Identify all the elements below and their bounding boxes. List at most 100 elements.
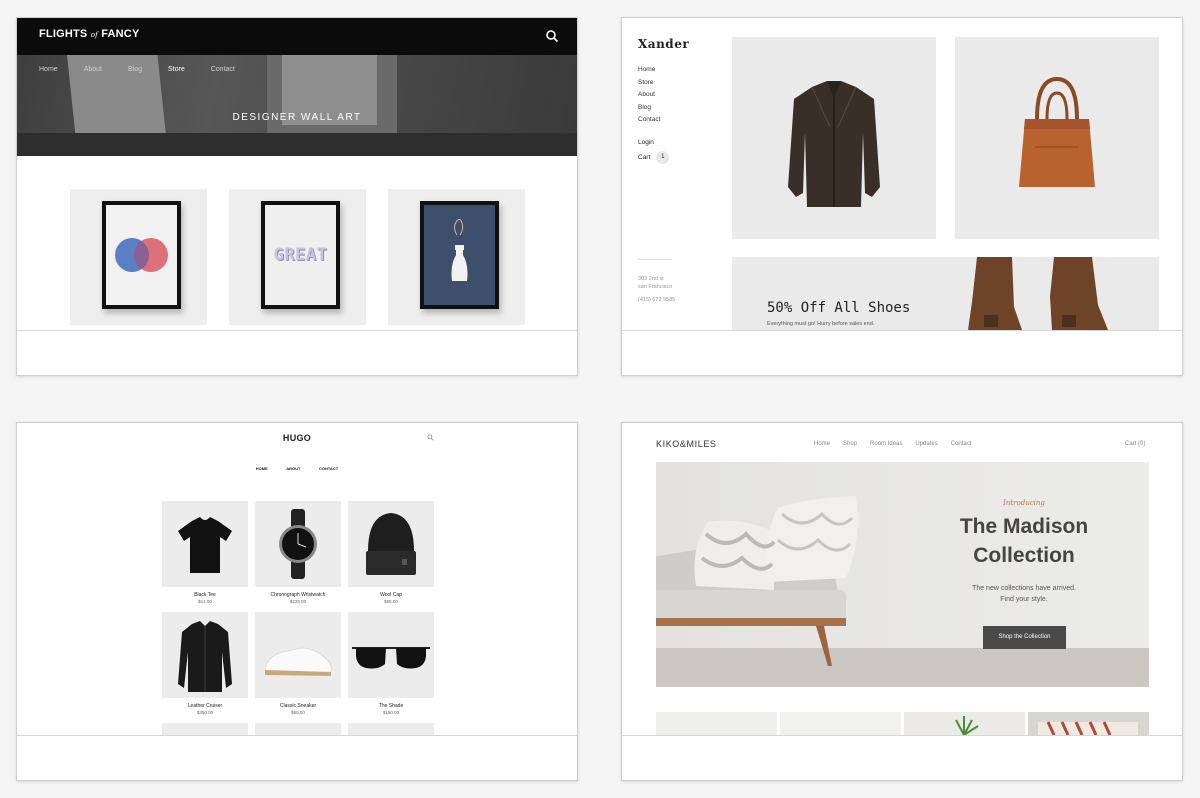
shoes-image bbox=[968, 257, 1108, 330]
hero-floor bbox=[17, 133, 577, 156]
nav-item-room-ideas[interactable]: Room Ideas bbox=[870, 441, 902, 447]
nav-item-about[interactable]: About bbox=[638, 91, 660, 104]
main-nav: Home About Blog Store Contact bbox=[39, 66, 261, 73]
product-tile-leather-cruiser[interactable] bbox=[162, 612, 248, 698]
site-logo[interactable]: HUGO bbox=[17, 433, 577, 443]
product-price: $14.00 bbox=[198, 599, 212, 604]
product-tile-leather-bag[interactable] bbox=[955, 37, 1159, 239]
product-tile-wristwatch[interactable] bbox=[255, 501, 341, 587]
nav-item-shop[interactable]: Shop bbox=[843, 441, 857, 447]
product-name[interactable]: Leather Cruiser bbox=[162, 703, 248, 709]
template-card-hugo[interactable]: HUGO HOME ABOUT CONTACT Black Tee $14.00 bbox=[16, 422, 578, 781]
template-preview-xander: Xander Home Store About Blog Contact Log… bbox=[622, 18, 1182, 330]
product-price: $350.00 bbox=[196, 710, 214, 715]
product-name[interactable]: Chronograph Wristwatch bbox=[255, 592, 341, 598]
product-price: $225.00 bbox=[289, 599, 307, 604]
product-price: $150.00 bbox=[382, 710, 400, 715]
wristwatch-image bbox=[279, 509, 317, 579]
template-card-kiko-miles[interactable]: KIKO&MILES Home Shop Room Ideas Updates … bbox=[621, 422, 1183, 781]
leather-bag-image bbox=[1019, 76, 1095, 187]
great-poster-text: GREAT bbox=[273, 245, 328, 265]
venn-circles-art bbox=[115, 238, 168, 272]
vase-art bbox=[451, 218, 468, 281]
site-logo[interactable]: KIKO&MILES bbox=[656, 439, 717, 449]
sidebar-nav: Home Store About Blog Contact bbox=[638, 66, 660, 129]
nav-item-updates[interactable]: Updates bbox=[915, 441, 937, 447]
product-name[interactable]: Wool Cap bbox=[348, 592, 434, 598]
nav-item-home[interactable]: Home bbox=[814, 441, 830, 447]
product-tile-wool-cap[interactable] bbox=[348, 501, 434, 587]
product-tile-black-tee[interactable] bbox=[162, 501, 248, 587]
nav-item-store[interactable]: Store bbox=[168, 66, 185, 73]
nav-item-about[interactable]: ABOUT bbox=[286, 466, 300, 471]
card-caption bbox=[622, 330, 1182, 375]
product-name[interactable]: Black Tee bbox=[162, 592, 248, 598]
promo-banner[interactable]: 50% Off All Shoes Everything must go! Hu… bbox=[732, 257, 1159, 330]
hero-intro: Introducing bbox=[1003, 499, 1045, 507]
product-tile-venn-poster[interactable] bbox=[70, 189, 207, 325]
poster-frame bbox=[102, 201, 181, 309]
product-price: $65.00 bbox=[291, 710, 305, 715]
search-icon[interactable] bbox=[545, 29, 559, 43]
leather-jacket-image bbox=[178, 621, 232, 692]
product-tile[interactable] bbox=[255, 723, 341, 735]
template-preview-kiko-miles: KIKO&MILES Home Shop Room Ideas Updates … bbox=[622, 423, 1182, 735]
cart-link[interactable]: Cart (0) bbox=[1125, 441, 1145, 447]
nav-item-contact[interactable]: CONTACT bbox=[319, 466, 338, 471]
nav-item-blog[interactable]: Blog bbox=[128, 66, 142, 73]
sunglasses-image bbox=[352, 647, 430, 669]
product-tile[interactable] bbox=[162, 723, 248, 735]
nav-item-contact[interactable]: Contact bbox=[638, 116, 660, 129]
collection-thumbnail[interactable] bbox=[780, 712, 901, 735]
template-preview-hugo: HUGO HOME ABOUT CONTACT Black Tee $14.00 bbox=[17, 423, 577, 735]
product-tile-vase-poster[interactable] bbox=[388, 189, 525, 325]
site-logo[interactable]: FLIGHTS of FANCY bbox=[39, 28, 139, 40]
card-caption bbox=[622, 735, 1182, 780]
sofa-image bbox=[656, 496, 858, 666]
top-bar: FLIGHTS of FANCY bbox=[17, 18, 577, 55]
site-logo[interactable]: Xander bbox=[638, 37, 689, 51]
store-phone: (415) 672 9585 bbox=[638, 297, 676, 303]
cart-link[interactable]: Cart 1 bbox=[638, 151, 670, 164]
divider bbox=[638, 259, 672, 260]
nav-item-home[interactable]: Home bbox=[39, 66, 58, 73]
banner-title: 50% Off All Shoes bbox=[767, 300, 911, 316]
product-name[interactable]: The Shade bbox=[348, 703, 434, 709]
sneaker-image bbox=[264, 647, 332, 676]
tshirt-image bbox=[178, 517, 232, 573]
hero-subtitle: The new collections have arrived. Find y… bbox=[972, 585, 1076, 603]
product-tile-leather-jacket[interactable] bbox=[732, 37, 936, 239]
nav-item-store[interactable]: Store bbox=[638, 79, 660, 92]
product-name[interactable]: Classic Sneaker bbox=[255, 703, 341, 709]
nav-item-contact[interactable]: Contact bbox=[951, 441, 972, 447]
main-nav: HOME ABOUT CONTACT bbox=[17, 457, 577, 475]
striped-pillow-image bbox=[1038, 721, 1138, 735]
collection-thumbnail[interactable] bbox=[904, 712, 1025, 735]
card-caption bbox=[17, 330, 577, 375]
product-tile-classic-sneaker[interactable] bbox=[255, 612, 341, 698]
template-card-xander[interactable]: Xander Home Store About Blog Contact Log… bbox=[621, 17, 1183, 376]
banner-subtitle: Everything must go! Hurry before sales e… bbox=[767, 321, 875, 327]
poster-frame: GREAT bbox=[261, 201, 340, 309]
template-card-flights-of-fancy[interactable]: FLIGHTS of FANCY Home About Blog Store C… bbox=[16, 17, 578, 376]
template-preview-flights-of-fancy: FLIGHTS of FANCY Home About Blog Store C… bbox=[17, 18, 577, 330]
shop-collection-button[interactable]: Shop the Collection bbox=[983, 626, 1066, 649]
collection-thumbnail[interactable] bbox=[1028, 712, 1149, 735]
collection-thumbnail[interactable] bbox=[656, 712, 777, 735]
plant-image bbox=[955, 716, 979, 735]
hero-title: DESIGNER WALL ART bbox=[232, 112, 362, 123]
product-tile[interactable] bbox=[348, 723, 434, 735]
nav-item-contact[interactable]: Contact bbox=[211, 66, 235, 73]
nav-item-blog[interactable]: Blog bbox=[638, 104, 660, 117]
card-caption bbox=[17, 735, 577, 780]
hero-title: The Madison Collection bbox=[959, 515, 1089, 567]
nav-item-home[interactable]: Home bbox=[638, 66, 660, 79]
nav-item-home[interactable]: HOME bbox=[256, 466, 268, 471]
product-tile-the-shade[interactable] bbox=[348, 612, 434, 698]
login-link[interactable]: Login bbox=[638, 139, 654, 146]
nav-item-about[interactable]: About bbox=[84, 66, 102, 73]
main-nav: Home Shop Room Ideas Updates Contact bbox=[814, 441, 984, 447]
product-tile-great-poster[interactable]: GREAT bbox=[229, 189, 366, 325]
poster-frame bbox=[420, 201, 499, 309]
search-icon[interactable] bbox=[427, 434, 434, 441]
